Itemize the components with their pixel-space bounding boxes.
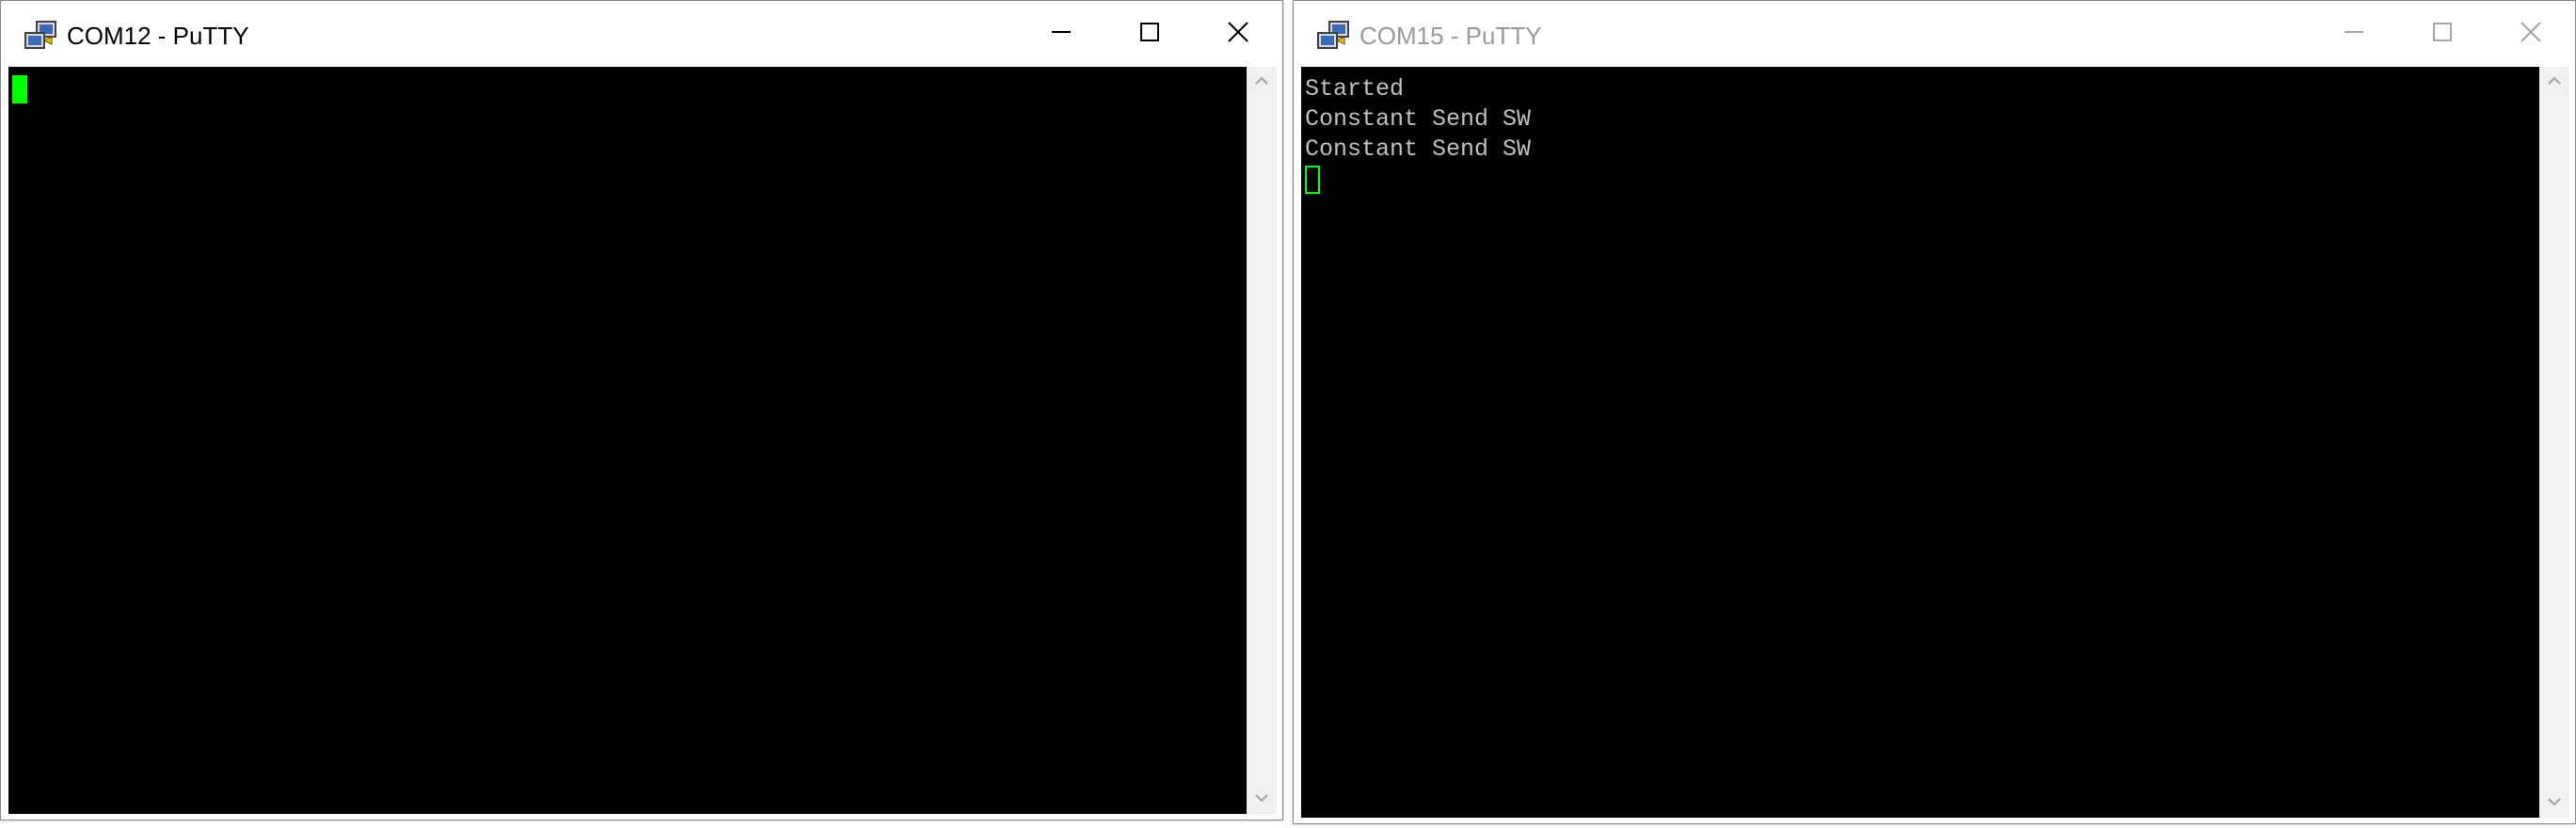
scroll-down-button[interactable]	[2539, 788, 2569, 818]
close-icon	[2520, 21, 2542, 48]
terminal-area[interactable]: Started Constant Send SW Constant Send S…	[1301, 67, 2539, 818]
minimize-icon	[1051, 22, 1072, 47]
cursor-line	[12, 74, 1247, 104]
minimize-button[interactable]	[2310, 1, 2398, 67]
maximize-icon	[1139, 22, 1160, 47]
close-button[interactable]	[1194, 1, 1282, 67]
title-bar[interactable]: COM12 - PuTTY	[1, 1, 1282, 67]
maximize-icon	[2432, 22, 2453, 47]
scroll-down-arrow-icon	[2547, 794, 2562, 811]
close-button[interactable]	[2487, 1, 2575, 67]
putty-window-com12[interactable]: COM12 - PuTTY	[0, 0, 1283, 820]
scroll-down-button[interactable]	[1247, 784, 1277, 814]
terminal-line: Started	[1305, 75, 1405, 103]
close-icon	[1227, 21, 1249, 48]
scroll-up-button[interactable]	[1247, 67, 1277, 97]
maximize-button[interactable]	[2398, 1, 2487, 67]
scroll-up-arrow-icon	[2547, 73, 2562, 90]
putty-app-icon[interactable]	[1316, 20, 1352, 54]
terminal-line: Constant Send SW	[1305, 105, 1532, 133]
putty-app-icon[interactable]	[24, 20, 59, 54]
text-cursor	[12, 75, 27, 104]
minimize-button[interactable]	[1017, 1, 1105, 67]
vertical-scrollbar[interactable]	[2539, 67, 2569, 818]
text-cursor	[1305, 166, 1320, 194]
terminal-area[interactable]	[8, 67, 1247, 814]
scroll-up-arrow-icon	[1254, 73, 1269, 90]
title-bar[interactable]: COM15 - PuTTY	[1294, 1, 2575, 67]
window-title: COM12 - PuTTY	[67, 22, 249, 50]
minimize-icon	[2344, 22, 2364, 47]
maximize-button[interactable]	[1105, 1, 1194, 67]
scroll-down-arrow-icon	[1254, 790, 1269, 807]
vertical-scrollbar[interactable]	[1247, 67, 1277, 814]
putty-window-com15[interactable]: COM15 - PuTTY Started Constant Send SW C…	[1293, 0, 2576, 824]
terminal-line: Constant Send SW	[1305, 135, 1532, 163]
cursor-line	[1305, 165, 2539, 195]
scroll-up-button[interactable]	[2539, 67, 2569, 97]
window-title: COM15 - PuTTY	[1360, 22, 1542, 50]
